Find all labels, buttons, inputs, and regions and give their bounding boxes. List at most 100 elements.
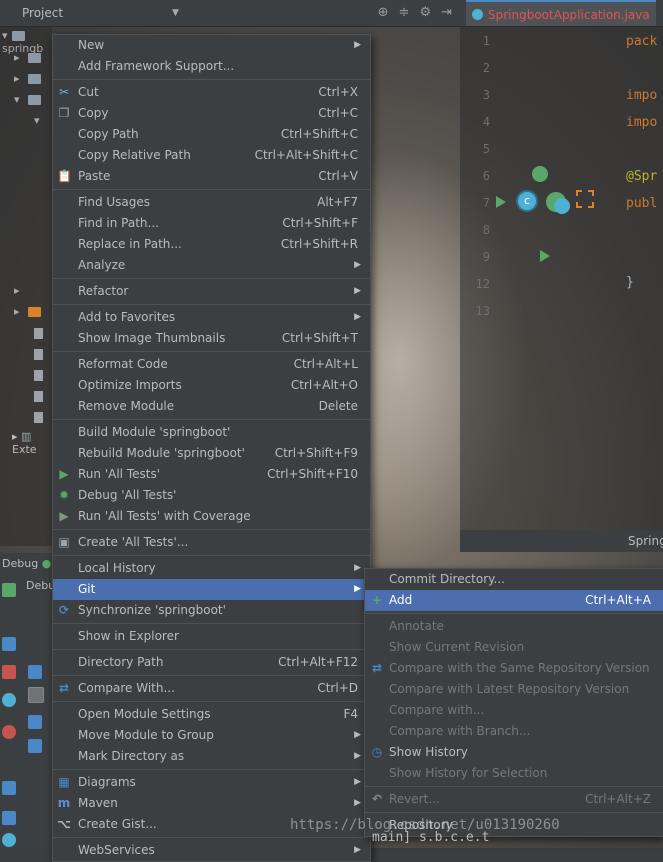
menu-item-add-to-favorites[interactable]: Add to Favorites ▶ xyxy=(53,307,370,328)
menu-item-remove-module[interactable]: Remove Module Delete xyxy=(53,396,370,417)
git-item-show-history-for-selection: Show History for Selection xyxy=(365,763,663,784)
menu-item-optimize-imports[interactable]: Optimize Imports Ctrl+Alt+O xyxy=(53,375,370,396)
menu-item-move-module-to-group[interactable]: Move Module to Group ▶ xyxy=(53,725,370,746)
git-item-add[interactable]: + Add Ctrl+Alt+A xyxy=(365,590,663,611)
stop-icon[interactable] xyxy=(2,665,16,679)
menu-separator xyxy=(365,786,663,787)
menu-item-show-in-explorer[interactable]: Show in Explorer xyxy=(53,626,370,647)
menu-item-directory-path[interactable]: Directory Path Ctrl+Alt+F12 xyxy=(53,652,370,673)
git-item-show-history[interactable]: ◷ Show History xyxy=(365,742,663,763)
chevron-down-icon[interactable]: ▼ xyxy=(172,8,179,18)
tree-item[interactable]: ▸ xyxy=(14,305,41,318)
run-gutter-icon[interactable] xyxy=(496,196,506,208)
mute-breakpoints-icon[interactable] xyxy=(2,725,16,739)
pause-icon[interactable] xyxy=(2,637,16,651)
code-line[interactable]: publ xyxy=(626,196,657,211)
tree-file[interactable] xyxy=(14,410,43,423)
menu-item-refactor[interactable]: Refactor ▶ xyxy=(53,281,370,302)
menu-item-cut[interactable]: ✂ Cut Ctrl+X xyxy=(53,82,370,103)
menu-item-rebuild-module-springboot[interactable]: Rebuild Module 'springboot' Ctrl+Shift+F9 xyxy=(53,443,370,464)
line-number: 4 xyxy=(482,115,490,129)
code-line[interactable]: impo xyxy=(626,115,657,130)
menu-item-label: Compare with the Same Repository Version xyxy=(389,661,650,675)
menu-item-maven[interactable]: m Maven ▶ xyxy=(53,793,370,814)
menu-item-label: New xyxy=(78,38,105,52)
maven-icon: m xyxy=(57,796,71,810)
tree-item[interactable]: ▾ xyxy=(14,93,41,106)
menu-item-replace-in-path[interactable]: Replace in Path... Ctrl+Shift+R xyxy=(53,234,370,255)
menu-item-copy-path[interactable]: Copy Path Ctrl+Shift+C xyxy=(53,124,370,145)
menu-item-find-usages[interactable]: Find Usages Alt+F7 xyxy=(53,192,370,213)
tree-item[interactable]: ▸ xyxy=(14,284,20,297)
run-gutter-icon[interactable] xyxy=(540,250,550,262)
git-item-revert: ↶ Revert... Ctrl+Alt+Z xyxy=(365,789,663,810)
rerun-icon[interactable] xyxy=(2,583,16,597)
gear-icon[interactable]: ⚙ xyxy=(419,5,431,20)
menu-item-show-image-thumbnails[interactable]: Show Image Thumbnails Ctrl+Shift+T xyxy=(53,328,370,349)
context-menu: New ▶ Add Framework Support... ✂ Cut Ctrl+X ❐ C… xyxy=(52,34,371,862)
menu-item-label: Replace in Path... xyxy=(78,237,182,251)
layout-icon[interactable] xyxy=(2,811,16,825)
collapse-icon[interactable]: ≑ xyxy=(399,5,410,20)
menu-item-paste[interactable]: 📋 Paste Ctrl+V xyxy=(53,166,370,187)
editor-tabbar: SpringbootApplication.java xyxy=(460,0,663,27)
code-line[interactable]: impo xyxy=(626,88,657,103)
trash-icon[interactable] xyxy=(28,739,42,753)
menu-item-shortcut: Alt+F7 xyxy=(317,195,358,209)
settings-icon[interactable] xyxy=(2,833,16,847)
menu-item-create-all-tests[interactable]: ▣ Create 'All Tests'... xyxy=(53,532,370,553)
editor-tab[interactable]: SpringbootApplication.java xyxy=(466,0,656,26)
hide-icon[interactable]: ⇥ xyxy=(441,5,452,20)
menu-item-add-framework-support[interactable]: Add Framework Support... xyxy=(53,56,370,77)
frames-icon[interactable] xyxy=(28,687,44,703)
menu-item-git[interactable]: Git ▶ xyxy=(53,579,370,600)
tree-file[interactable] xyxy=(14,368,43,381)
menu-item-run-all-tests[interactable]: ▶ Run 'All Tests' Ctrl+Shift+F10 xyxy=(53,464,370,485)
menu-item-copy-relative-path[interactable]: Copy Relative Path Ctrl+Alt+Shift+C xyxy=(53,145,370,166)
project-panel-header: Project ▼ ⊕ ≑ ⚙ ⇥ xyxy=(0,0,460,27)
target-icon[interactable]: ⊕ xyxy=(378,5,389,20)
menu-item-open-module-settings[interactable]: Open Module Settings F4 xyxy=(53,704,370,725)
menu-item-new[interactable]: New ▶ xyxy=(53,35,370,56)
debug-bar[interactable]: Debug ● xyxy=(0,553,54,575)
project-panel-title[interactable]: Project xyxy=(22,6,63,20)
menu-item-find-in-path[interactable]: Find in Path... Ctrl+Shift+F xyxy=(53,213,370,234)
menu-separator xyxy=(53,649,370,650)
code-line[interactable]: } xyxy=(626,275,634,290)
menu-separator xyxy=(53,79,370,80)
tree-file[interactable] xyxy=(14,326,43,339)
tree-file[interactable] xyxy=(14,389,43,402)
external-libraries[interactable]: ▸ ▥ Exte xyxy=(12,430,52,456)
code-line[interactable]: @Spr xyxy=(626,169,657,184)
tree-item[interactable]: ▸ xyxy=(14,72,41,85)
menu-item-reformat-code[interactable]: Reformat Code Ctrl+Alt+L xyxy=(53,354,370,375)
menu-item-analyze[interactable]: Analyze ▶ xyxy=(53,255,370,276)
debug-toolbar: Debu xyxy=(0,575,55,848)
camera-icon[interactable] xyxy=(2,781,16,795)
menu-item-run-all-tests-with-coverage[interactable]: ▶ Run 'All Tests' with Coverage xyxy=(53,506,370,527)
menu-separator xyxy=(53,351,370,352)
menu-item-build-module-springboot[interactable]: Build Module 'springboot' xyxy=(53,422,370,443)
chevron-right-icon: ▶ xyxy=(354,260,361,270)
code-line[interactable]: pack xyxy=(626,34,657,49)
git-item-compare-with-the-same-repository-version: ⇄ Compare with the Same Repository Versio… xyxy=(365,658,663,679)
menu-item-local-history[interactable]: Local History ▶ xyxy=(53,558,370,579)
menu-item-label: Directory Path xyxy=(78,655,164,669)
tree-item[interactable]: ▸ xyxy=(14,51,41,64)
view-breakpoints-icon[interactable] xyxy=(2,693,16,707)
spring-bean-icon[interactable]: c xyxy=(516,166,596,216)
menu-item-compare-with[interactable]: ⇄ Compare With... Ctrl+D xyxy=(53,678,370,699)
menu-item-webservices[interactable]: WebServices ▶ xyxy=(53,840,370,861)
menu-item-synchronize-springboot[interactable]: ⟳ Synchronize 'springboot' xyxy=(53,600,370,621)
print-icon[interactable] xyxy=(28,715,42,729)
tree-item[interactable]: ▾ xyxy=(34,114,40,127)
menu-item-mark-directory-as[interactable]: Mark Directory as ▶ xyxy=(53,746,370,767)
menu-item-debug-all-tests[interactable]: ✹ Debug 'All Tests' xyxy=(53,485,370,506)
debug-tab[interactable]: Debu xyxy=(26,579,55,592)
menu-item-diagrams[interactable]: ▦ Diagrams ▶ xyxy=(53,772,370,793)
git-item-compare-with: Compare with... xyxy=(365,700,663,721)
menu-item-copy[interactable]: ❐ Copy Ctrl+C xyxy=(53,103,370,124)
step-icon[interactable] xyxy=(28,665,42,679)
git-item-commit-directory[interactable]: Commit Directory... xyxy=(365,569,663,590)
tree-file[interactable] xyxy=(14,347,43,360)
